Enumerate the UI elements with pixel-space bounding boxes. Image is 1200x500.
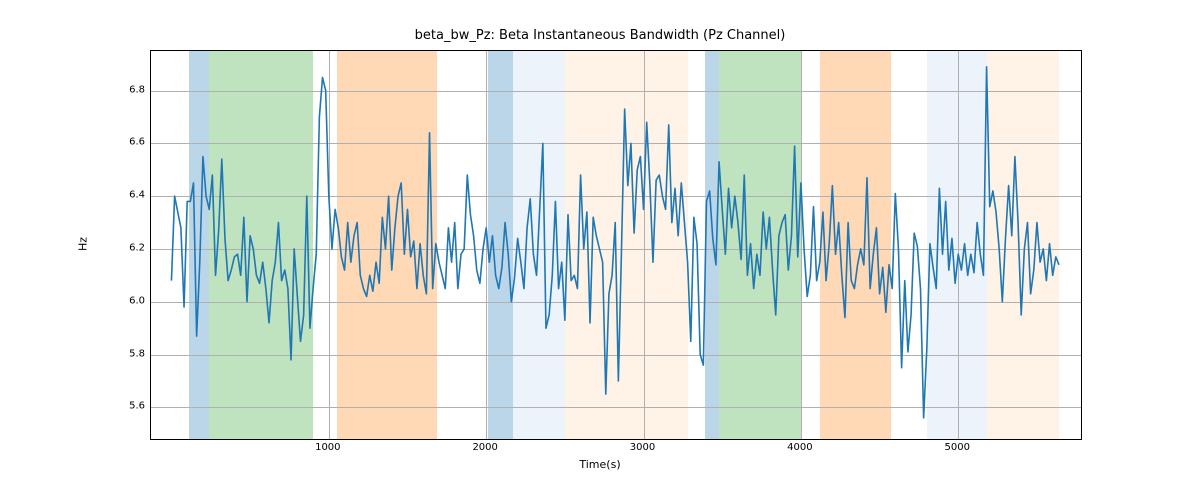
y-tick-label: 6.0 <box>105 295 145 306</box>
y-tick-label: 6.4 <box>105 190 145 201</box>
y-tick-label: 6.6 <box>105 137 145 148</box>
chart-title: beta_bw_Pz: Beta Instantaneous Bandwidth… <box>0 28 1200 43</box>
x-tick-label: 4000 <box>780 442 820 453</box>
y-tick-label: 6.8 <box>105 84 145 95</box>
figure: beta_bw_Pz: Beta Instantaneous Bandwidth… <box>0 0 1200 500</box>
x-tick-label: 3000 <box>623 442 663 453</box>
y-axis-label: Hz <box>77 237 90 251</box>
x-tick-label: 5000 <box>937 442 977 453</box>
x-axis-label: Time(s) <box>0 458 1200 471</box>
data-line <box>151 51 1081 439</box>
plot-area <box>150 50 1082 440</box>
y-tick-label: 5.8 <box>105 348 145 359</box>
y-tick-label: 6.2 <box>105 242 145 253</box>
x-tick-label: 1000 <box>308 442 348 453</box>
x-tick-label: 2000 <box>465 442 505 453</box>
y-tick-label: 5.6 <box>105 401 145 412</box>
